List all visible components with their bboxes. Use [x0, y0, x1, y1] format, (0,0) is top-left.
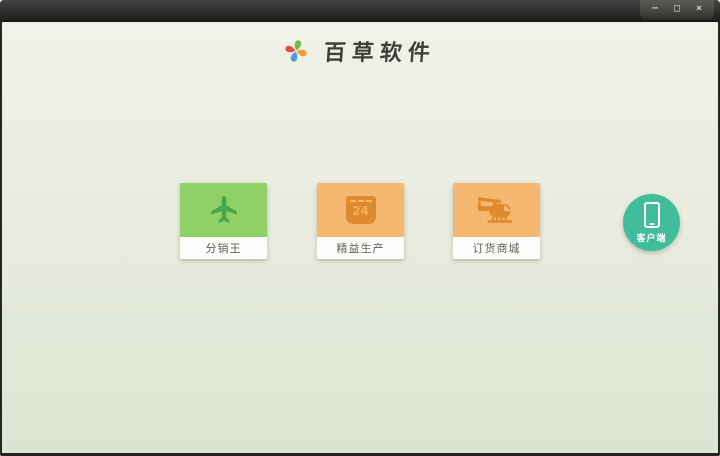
client-badge[interactable]: 客户端	[623, 194, 680, 251]
tile-icon-area	[453, 183, 540, 237]
main-content: 百草软件 分销王 24 精益生产 订货商城 客户端	[2, 22, 718, 453]
tile-icon-area	[180, 183, 267, 237]
window-titlebar: − □ ×	[0, 0, 720, 22]
tile-label: 订货商城	[453, 237, 540, 259]
tile-label: 精益生产	[317, 237, 404, 259]
pinwheel-logo-icon	[285, 40, 308, 62]
phone-icon	[643, 201, 660, 228]
calendar-day: 24	[352, 204, 369, 218]
tile-dinghuoshangcheng[interactable]: 订货商城	[453, 183, 540, 259]
client-badge-label: 客户端	[636, 233, 667, 244]
helicopter-icon	[477, 196, 512, 223]
close-button[interactable]: ×	[690, 2, 708, 16]
tile-fenxiaowang[interactable]: 分销王	[180, 183, 267, 259]
app-window: − □ × 百草软件 分销王 24 精益生产 订货商城 客户端	[0, 0, 720, 456]
window-controls: − □ ×	[640, 0, 714, 20]
minimize-button[interactable]: −	[646, 2, 664, 16]
page-title: 百草软件	[323, 40, 438, 66]
header: 百草软件	[2, 31, 718, 71]
calendar-stitch	[349, 200, 372, 202]
tile-icon-area: 24	[317, 183, 404, 237]
calendar-icon: 24	[345, 196, 376, 224]
tile-label: 分销王	[180, 237, 267, 259]
plane-icon	[210, 195, 237, 223]
tile-jingyishengchan[interactable]: 24 精益生产	[317, 183, 404, 259]
maximize-button[interactable]: □	[668, 2, 686, 16]
